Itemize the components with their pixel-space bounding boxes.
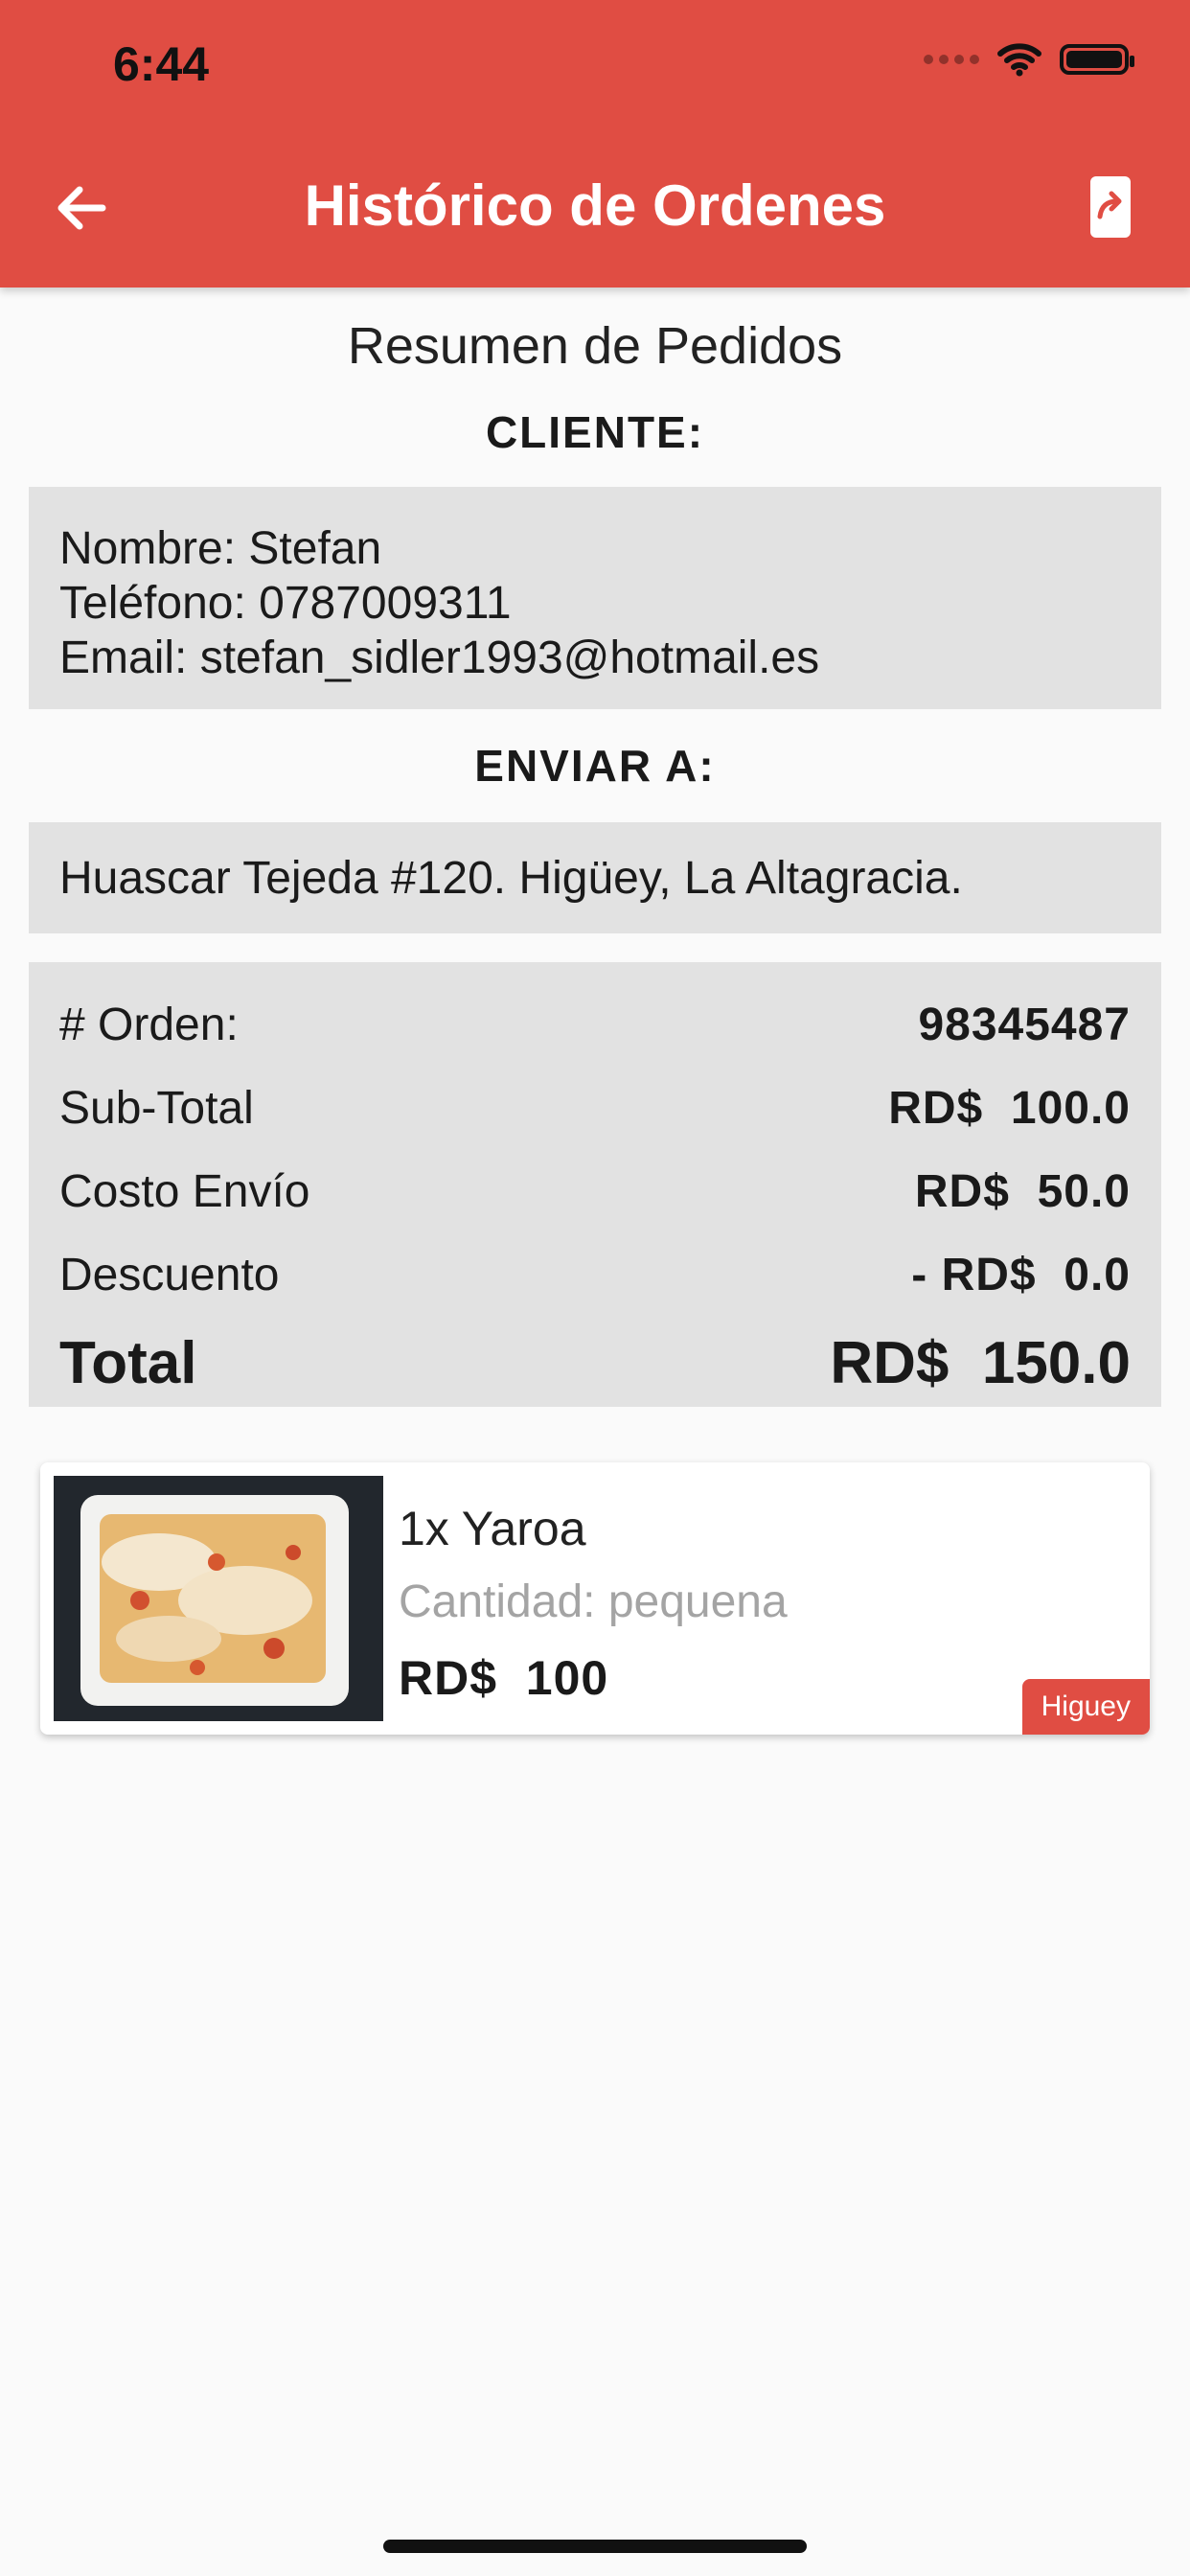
home-indicator[interactable] (383, 2540, 807, 2553)
order-item-card[interactable]: 1x Yaroa Cantidad: pequena RD$ 100 Higue… (40, 1462, 1150, 1735)
subtotal-row: Sub-Total RD$ 100.0 (59, 1067, 1131, 1150)
total-value: RD$ 150.0 (830, 1329, 1131, 1396)
total-label: Total (59, 1329, 197, 1396)
battery-icon (1060, 44, 1134, 75)
address-box: Huascar Tejeda #120. Higüey, La Altagrac… (29, 822, 1161, 933)
order-history-screen: 6:44 Histórico de Ordenes Resumen de Ped… (0, 0, 1190, 2576)
discount-label: Descuento (59, 1250, 280, 1300)
page-title: Histórico de Ordenes (304, 173, 886, 238)
summary-title: Resumen de Pedidos (347, 317, 843, 375)
cellular-signal-icon (924, 55, 979, 64)
shipping-address: Huascar Tejeda #120. Higüey, La Altagrac… (59, 852, 963, 904)
shipping-cost-value: RD$ 50.0 (914, 1166, 1131, 1217)
order-number-value: 98345487 (918, 1000, 1131, 1050)
subtotal-label: Sub-Total (59, 1083, 254, 1134)
totals-box: # Orden: 98345487 Sub-Total RD$ 100.0 Co… (29, 962, 1161, 1407)
product-image (54, 1476, 383, 1721)
client-email: Email: stefan_sidler1993@hotmail.es (59, 632, 820, 683)
subtotal-value: RD$ 100.0 (888, 1083, 1131, 1134)
app-bar: 6:44 Histórico de Ordenes (0, 0, 1190, 288)
ship-to-heading: ENVIAR A: (474, 741, 716, 791)
total-row: Total RD$ 150.0 (59, 1317, 1131, 1409)
share-button[interactable] (1077, 171, 1144, 243)
product-name: 1x Yaroa (399, 1502, 586, 1555)
status-time: 6:44 (113, 37, 210, 91)
share-phone-icon (1090, 176, 1131, 238)
order-number-row: # Orden: 98345487 (59, 983, 1131, 1067)
product-quantity: Cantidad: pequena (399, 1576, 788, 1627)
shipping-cost-row: Costo Envío RD$ 50.0 (59, 1150, 1131, 1233)
shipping-cost-label: Costo Envío (59, 1166, 310, 1217)
discount-row: Descuento - RD$ 0.0 (59, 1233, 1131, 1317)
order-number-label: # Orden: (59, 1000, 239, 1050)
discount-value: - RD$ 0.0 (911, 1250, 1131, 1300)
client-info-box: Nombre: Stefan Teléfono: 0787009311 Emai… (29, 487, 1161, 709)
product-price: RD$ 100 (399, 1651, 609, 1705)
location-badge: Higuey (1021, 1679, 1150, 1735)
wifi-icon (997, 43, 1041, 77)
client-phone: Teléfono: 0787009311 (59, 578, 512, 629)
client-heading: CLIENTE: (485, 407, 705, 457)
client-name: Nombre: Stefan (59, 523, 382, 574)
status-icons (924, 42, 1134, 77)
